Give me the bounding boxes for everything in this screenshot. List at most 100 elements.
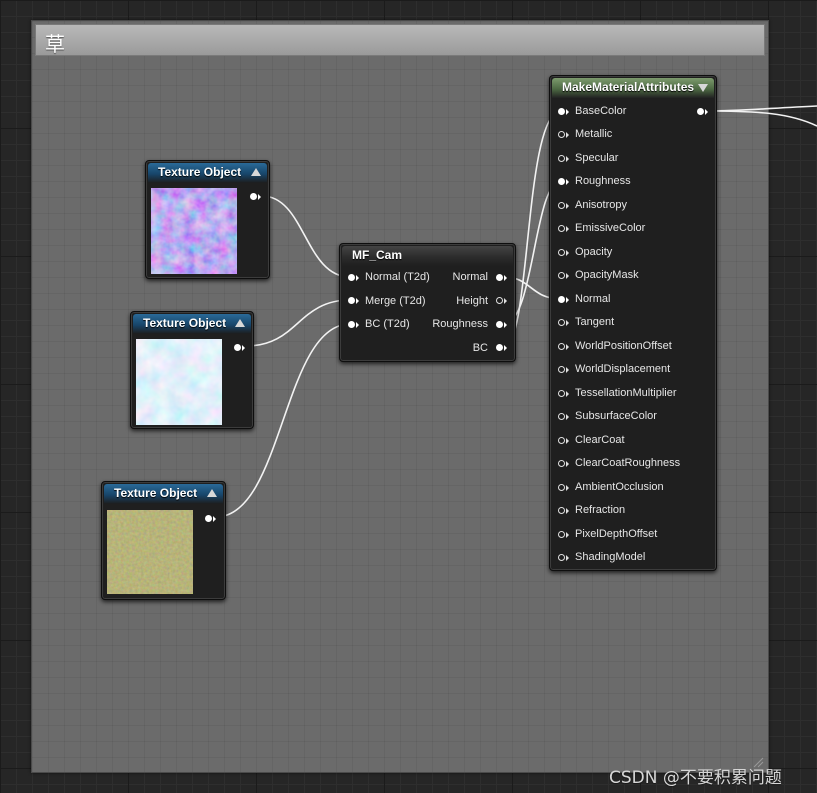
- node-header[interactable]: MakeMaterialAttributes: [552, 78, 714, 98]
- texture-object-node-3[interactable]: Texture Object: [101, 481, 226, 600]
- input-pin-basecolor[interactable]: [558, 108, 565, 115]
- input-pin-normal[interactable]: [558, 296, 565, 303]
- node-header[interactable]: MF_Cam: [342, 246, 513, 266]
- comment-title: 草: [45, 32, 65, 56]
- input-label: BaseColor: [575, 105, 627, 117]
- input-pin-bc-t2d[interactable]: [348, 321, 355, 328]
- pin-tail-icon: [566, 203, 569, 209]
- input-pin-shadingmodel[interactable]: [558, 554, 565, 561]
- input-pin-refraction[interactable]: [558, 507, 565, 514]
- pin-tail-icon: [566, 438, 569, 444]
- input-pin-worlddisplacement[interactable]: [558, 366, 565, 373]
- input-label: TessellationMultiplier: [575, 387, 677, 399]
- input-label: SubsurfaceColor: [575, 410, 657, 422]
- pin-tail-icon: [504, 345, 507, 351]
- texture-object-node-2[interactable]: Texture Object: [130, 311, 254, 429]
- input-pin-tessellationmultiplier[interactable]: [558, 390, 565, 397]
- input-pin-metallic[interactable]: [558, 131, 565, 138]
- input-label: Normal: [575, 293, 611, 305]
- input-pin-clearcoatroughness[interactable]: [558, 460, 565, 467]
- output-pin[interactable]: [250, 193, 257, 200]
- pin-tail-icon: [504, 298, 507, 304]
- input-label: WorldPositionOffset: [575, 340, 672, 352]
- collapse-arrow-icon[interactable]: [235, 319, 245, 327]
- node-header[interactable]: Texture Object: [148, 163, 267, 183]
- output-pin-bc[interactable]: [496, 344, 503, 351]
- input-pin-subsurfacecolor[interactable]: [558, 413, 565, 420]
- collapse-arrow-icon[interactable]: [251, 168, 261, 176]
- pin-tail-icon: [566, 555, 569, 561]
- pin-tail-icon: [566, 250, 569, 256]
- pin-tail-icon: [566, 156, 569, 162]
- input-pin-emissivecolor[interactable]: [558, 225, 565, 232]
- input-label: Roughness: [575, 175, 631, 187]
- texture-object-node-1[interactable]: Texture Object: [145, 160, 270, 279]
- pin-tail-icon: [566, 320, 569, 326]
- output-label: Roughness: [432, 318, 488, 330]
- watermark: CSDN @不要积累问题: [609, 768, 782, 788]
- pin-tail-icon: [566, 273, 569, 279]
- output-pin-normal[interactable]: [496, 274, 503, 281]
- input-label: OpacityMask: [575, 269, 639, 281]
- node-title: MakeMaterialAttributes: [562, 80, 695, 94]
- input-pin-worldpositionoffset[interactable]: [558, 343, 565, 350]
- input-label: BC (T2d): [365, 318, 410, 330]
- input-label: AmbientOcclusion: [575, 481, 664, 493]
- pin-tail-icon: [566, 485, 569, 491]
- texture-thumbnail: [107, 510, 193, 594]
- output-pin[interactable]: [234, 344, 241, 351]
- input-label: Specular: [575, 152, 619, 164]
- input-label: Opacity: [575, 246, 613, 258]
- collapse-arrow-icon[interactable]: [207, 489, 217, 497]
- node-title: Texture Object: [158, 165, 242, 179]
- output-pin-material-attributes[interactable]: [697, 108, 704, 115]
- pin-tail-icon: [566, 179, 569, 185]
- pin-tail-icon: [566, 367, 569, 373]
- pin-tail-icon: [566, 132, 569, 138]
- input-pin-anisotropy[interactable]: [558, 202, 565, 209]
- input-pin-pixeldepthoffset[interactable]: [558, 531, 565, 538]
- input-pin-tangent[interactable]: [558, 319, 565, 326]
- input-label: Metallic: [575, 128, 613, 140]
- input-pin-clearcoat[interactable]: [558, 437, 565, 444]
- input-pin-merge-t2d[interactable]: [348, 297, 355, 304]
- input-pin-opacity[interactable]: [558, 249, 565, 256]
- input-pin-specular[interactable]: [558, 155, 565, 162]
- input-label: ClearCoatRoughness: [575, 457, 681, 469]
- output-label: Normal: [452, 271, 488, 283]
- mf-cam-node[interactable]: MF_Cam Normal (T2d) Merge (T2d) BC (T2d)…: [339, 243, 516, 362]
- input-pin-normal-t2d[interactable]: [348, 274, 355, 281]
- input-label: WorldDisplacement: [575, 363, 671, 375]
- pin-tail-icon: [356, 275, 359, 281]
- pin-tail-icon: [566, 297, 569, 303]
- pin-tail-icon: [705, 109, 708, 115]
- output-pin-tail-icon: [258, 194, 261, 200]
- input-label: ClearCoat: [575, 434, 625, 446]
- output-pin-tail-icon: [242, 345, 245, 351]
- output-label: BC: [472, 342, 488, 354]
- pin-tail-icon: [566, 226, 569, 232]
- collapse-arrow-icon[interactable]: [698, 84, 708, 92]
- output-pin-height[interactable]: [496, 297, 503, 304]
- output-pin[interactable]: [205, 515, 212, 522]
- pin-tail-icon: [504, 322, 507, 328]
- input-label: EmissiveColor: [575, 222, 646, 234]
- pin-tail-icon: [566, 109, 569, 115]
- output-pin-roughness[interactable]: [496, 321, 503, 328]
- node-header[interactable]: Texture Object: [104, 484, 223, 504]
- pin-tail-icon: [566, 532, 569, 538]
- pin-tail-icon: [566, 391, 569, 397]
- node-title: Texture Object: [143, 316, 227, 330]
- node-header[interactable]: Texture Object: [133, 314, 251, 334]
- input-label: Merge (T2d): [365, 295, 426, 307]
- input-pin-ambientocclusion[interactable]: [558, 484, 565, 491]
- texture-thumbnail: [151, 188, 237, 274]
- input-pin-roughness[interactable]: [558, 178, 565, 185]
- input-label: Refraction: [575, 504, 626, 516]
- node-title: Texture Object: [114, 486, 198, 500]
- input-label: ShadingModel: [575, 551, 646, 563]
- comment-header[interactable]: 草: [35, 24, 765, 56]
- make-material-attributes-node[interactable]: MakeMaterialAttributes BaseColor Metalli…: [549, 75, 717, 571]
- input-pin-opacitymask[interactable]: [558, 272, 565, 279]
- input-label: Normal (T2d): [365, 271, 430, 283]
